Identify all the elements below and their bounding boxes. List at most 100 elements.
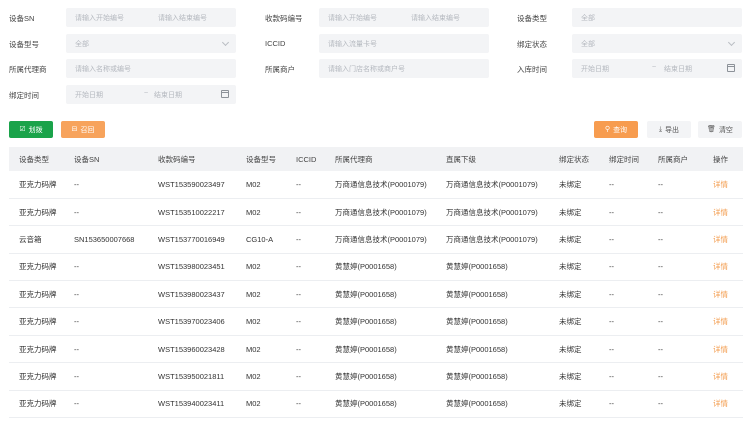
- agent-input[interactable]: 请输入名称或编号: [66, 59, 236, 78]
- cell-subordinate: 万商通信息技术(P0001079): [436, 171, 549, 199]
- export-button[interactable]: ⤓ 导出: [647, 121, 691, 138]
- header-device-type: 设备类型: [9, 147, 64, 171]
- cell-bind-status: 未绑定: [549, 225, 599, 254]
- cell-device-type: 亚克力码牌: [9, 307, 64, 336]
- table-row: 亚克力码牌 -- WST153950021811 M02 -- 黄慧婷(P000…: [9, 362, 743, 391]
- detail-link[interactable]: 详情: [703, 171, 743, 199]
- cell-device-model: M02: [236, 307, 286, 336]
- merchant-label: 所属商户: [265, 65, 295, 74]
- payment-code-end-input[interactable]: 请输入结束编号: [411, 13, 460, 23]
- payment-code-range-input[interactable]: 请输入开始编号 请输入结束编号: [319, 8, 489, 27]
- checkbox-icon: ☑: [19, 126, 26, 133]
- cell-iccid: --: [286, 198, 325, 227]
- detail-link[interactable]: 详情: [703, 335, 743, 364]
- cell-agent: 黄慧婷(P0001658): [325, 362, 436, 391]
- detail-link[interactable]: 详情: [703, 198, 743, 227]
- cell-payment-code: WST153770016949: [148, 225, 236, 254]
- iccid-input[interactable]: 请输入流量卡号: [319, 34, 489, 53]
- cell-device-model: M02: [236, 198, 286, 227]
- device-model-value: 全部: [75, 41, 89, 48]
- cell-iccid: --: [286, 225, 325, 254]
- stock-time-start-input[interactable]: 开始日期: [581, 64, 609, 74]
- search-button[interactable]: ⚲ 查询: [594, 121, 638, 138]
- detail-link[interactable]: 详情: [703, 280, 743, 309]
- cell-merchant: --: [648, 253, 703, 282]
- header-device-sn: 设备SN: [64, 147, 148, 171]
- cell-bind-status: 未绑定: [549, 362, 599, 391]
- cell-agent: 黄慧婷(P0001658): [325, 280, 436, 309]
- cell-device-model: M02: [236, 362, 286, 391]
- cell-device-sn: --: [64, 198, 148, 227]
- agent-placeholder: 请输入名称或编号: [75, 66, 131, 73]
- detail-link[interactable]: 详情: [703, 307, 743, 336]
- download-icon: ⤓: [658, 126, 663, 133]
- header-agent: 所属代理商: [325, 147, 436, 171]
- bind-status-select[interactable]: 全部: [572, 34, 742, 53]
- bind-time-range-picker[interactable]: 开始日期 ~ 结束日期: [66, 85, 236, 104]
- stock-time-range-picker[interactable]: 开始日期 ~ 结束日期: [572, 59, 742, 78]
- cell-payment-code: WST153940023411: [148, 390, 236, 419]
- device-model-select[interactable]: 全部: [66, 34, 236, 53]
- device-sn-range-input[interactable]: 请输入开始编号 请输入结束编号: [66, 8, 236, 27]
- cell-subordinate: 黄慧婷(P0001658): [436, 362, 549, 391]
- bind-time-end-input[interactable]: 结束日期: [154, 90, 182, 100]
- cell-device-sn: --: [64, 335, 148, 364]
- cell-device-sn: --: [64, 171, 148, 199]
- stock-time-end-input[interactable]: 结束日期: [664, 64, 692, 74]
- cell-device-sn: --: [64, 307, 148, 336]
- cell-device-sn: --: [64, 362, 148, 391]
- detail-link[interactable]: 详情: [703, 362, 743, 391]
- header-bind-time: 绑定时间: [599, 147, 648, 171]
- cell-merchant: --: [648, 225, 703, 254]
- recall-button-label: 召回: [80, 126, 95, 134]
- cell-merchant: --: [648, 362, 703, 391]
- cell-bind-time: --: [599, 198, 648, 227]
- header-device-model: 设备型号: [236, 147, 286, 171]
- stock-time-label: 入库时间: [517, 65, 547, 74]
- table-row: 亚克力码牌 -- WST153960023428 M02 -- 黄慧婷(P000…: [9, 335, 743, 364]
- table-row: 亚克力码牌 -- WST153970023406 M02 -- 黄慧婷(P000…: [9, 307, 743, 336]
- detail-link[interactable]: 详情: [703, 253, 743, 282]
- cell-bind-time: --: [599, 171, 648, 199]
- bind-time-start-input[interactable]: 开始日期: [75, 90, 103, 100]
- cell-subordinate: 黄慧婷(P0001658): [436, 390, 549, 419]
- cell-iccid: --: [286, 171, 325, 199]
- cell-bind-status: 未绑定: [549, 307, 599, 336]
- cell-agent: 万商通信息技术(P0001079): [325, 198, 436, 227]
- cell-bind-time: --: [599, 390, 648, 419]
- recall-icon: ⊟: [71, 126, 78, 133]
- detail-link[interactable]: 详情: [703, 390, 743, 419]
- device-sn-start-input[interactable]: 请输入开始编号: [75, 13, 124, 23]
- iccid-placeholder: 请输入流量卡号: [328, 41, 377, 48]
- cell-device-type: 云音箱: [9, 225, 64, 254]
- payment-code-label: 收款码编号: [265, 14, 303, 23]
- agent-label: 所属代理商: [9, 65, 47, 74]
- cell-payment-code: WST153590023497: [148, 171, 236, 199]
- table-row: 亚克力码牌 -- WST153980023451 M02 -- 黄慧婷(P000…: [9, 253, 743, 282]
- filter-row-2: 设备型号 全部 ICCID 请输入流量卡号 绑定状态 全部: [0, 34, 750, 54]
- cell-subordinate: 黄慧婷(P0001658): [436, 280, 549, 309]
- stock-time-separator: ~: [652, 64, 657, 71]
- table-row: 云音箱 SN153650007668 WST153770016949 CG10-…: [9, 225, 743, 254]
- merchant-input[interactable]: 请输入门店名称或商户号: [319, 59, 489, 78]
- device-type-select[interactable]: 全部: [572, 8, 742, 27]
- cell-iccid: --: [286, 307, 325, 336]
- device-type-value: 全部: [581, 15, 595, 22]
- clear-button[interactable]: 🗑 清空: [698, 121, 742, 138]
- clear-button-label: 清空: [718, 126, 733, 134]
- header-bind-status: 绑定状态: [549, 147, 599, 171]
- cell-merchant: --: [648, 390, 703, 419]
- cell-subordinate: 万商通信息技术(P0001079): [436, 225, 549, 254]
- cell-device-type: 亚克力码牌: [9, 253, 64, 282]
- cell-device-type: 亚克力码牌: [9, 362, 64, 391]
- trash-icon: 🗑: [707, 126, 716, 133]
- table-row: 亚克力码牌 -- WST153510022217 M02 -- 万商通信息技术(…: [9, 198, 743, 227]
- bind-button[interactable]: ☑ 划拨: [9, 121, 53, 138]
- device-sn-end-input[interactable]: 请输入结束编号: [158, 13, 207, 23]
- device-table: 设备类型 设备SN 收款码编号 设备型号 ICCID 所属代理商 直属下级 绑定…: [9, 147, 743, 419]
- recall-button[interactable]: ⊟ 召回: [61, 121, 105, 138]
- cell-bind-time: --: [599, 307, 648, 336]
- cell-device-type: 亚克力码牌: [9, 335, 64, 364]
- payment-code-start-input[interactable]: 请输入开始编号: [328, 13, 377, 23]
- detail-link[interactable]: 详情: [703, 225, 743, 254]
